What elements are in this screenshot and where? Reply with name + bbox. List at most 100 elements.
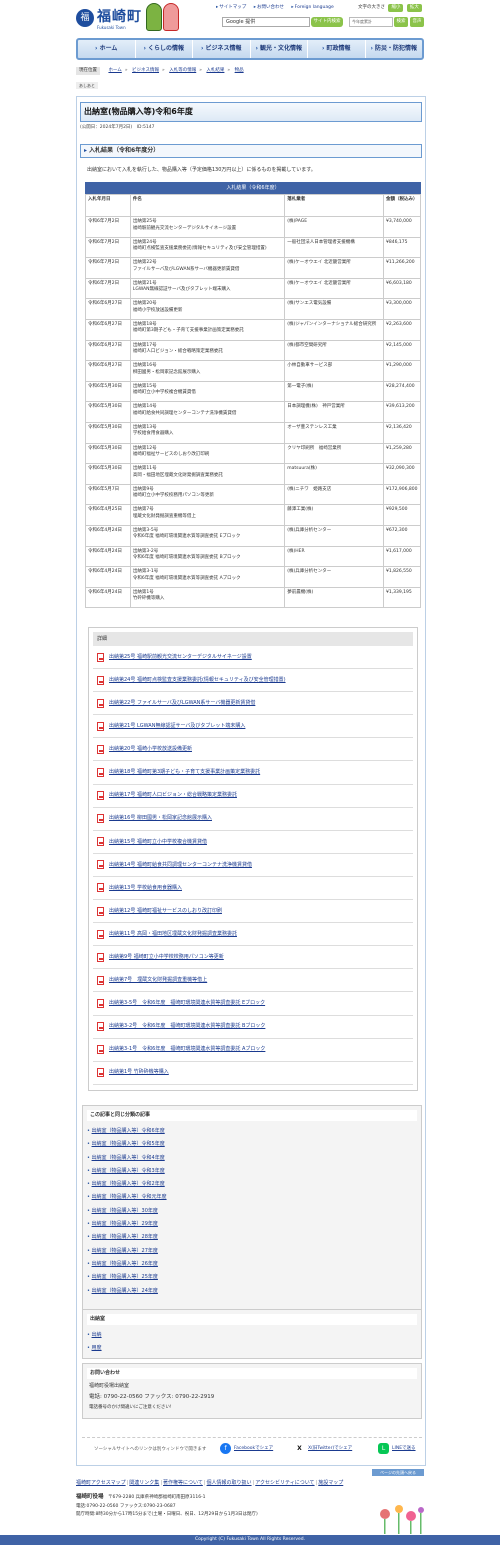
cell-date: 令和6年4月24日 [85, 586, 131, 609]
related-article-link[interactable]: 出納室（物品購入等）28年度 [92, 1234, 158, 1240]
details-link[interactable]: 出納第3-2号 令和6年度 福崎町環境関連水質等調査委託 Bブロック [109, 1023, 265, 1030]
pdf-icon [97, 952, 104, 962]
footer-link[interactable]: 関連リンク集 [129, 1480, 159, 1486]
foreign-language-link[interactable]: Foreign language [291, 5, 334, 11]
details-link[interactable]: 出納第18号 福崎町第3期子ども・子育て支援事業計画策定業務委託 [109, 769, 260, 776]
facebook-share[interactable]: f Facebookでシェア [220, 1443, 273, 1454]
cell-date: 令和6年4月24日 [85, 545, 131, 568]
breadcrumb-goods[interactable]: 物品 [235, 68, 244, 73]
site-logo[interactable]: 福 福崎町 Fukusaki Town [76, 7, 146, 31]
related-article-link[interactable]: 出納室（物品購入等）令和6年度 [92, 1128, 165, 1134]
details-link[interactable]: 出納第22号 ファイルサーバ及びLGWAN系サーバ機器更新賃貸借 [109, 700, 255, 707]
nav-home[interactable]: ホーム [78, 40, 136, 58]
details-link[interactable]: 出納第15号 福崎町立小中学校複合機賃貸借 [109, 839, 207, 846]
details-link[interactable]: 出納第3-1号 令和6年度 福崎町環境関連水質等調査委託 Aブロック [109, 1046, 265, 1053]
footer-link[interactable]: 著作権等について [163, 1480, 203, 1486]
related-article-link[interactable]: 出納室（物品購入等）25年度 [92, 1274, 158, 1280]
department-link[interactable]: 出納 [92, 1332, 102, 1338]
nav-tourism[interactable]: 観光・文化情報 [251, 40, 308, 58]
line-share[interactable]: L LINEで送る [378, 1443, 416, 1454]
details-link[interactable]: 出納第13号 学校給食用食器購入 [109, 885, 182, 892]
cell-winner: オーザ豊ステンレス工業 [284, 421, 384, 444]
related-article-link[interactable]: 出納室（物品購入等）30年度 [92, 1208, 158, 1214]
font-size-label: 文字の大きさ [358, 5, 385, 10]
col-subject: 件名 [129, 194, 286, 217]
breadcrumb-bid-info[interactable]: 入札等の情報 [169, 68, 196, 73]
details-link[interactable]: 出納第21号 LGWAN無線認証サーバ及びタブレット端末購入 [109, 723, 245, 730]
search-input[interactable]: Google 提供 [222, 17, 310, 27]
details-link[interactable]: 出納第20号 福崎小学校放送設備更新 [109, 746, 192, 753]
related-article-link[interactable]: 出納室（物品購入等）令和3年度 [92, 1168, 165, 1174]
pdf-icon [97, 998, 104, 1008]
cell-winner: 一般社団法人日本管理者支援機構 [284, 236, 384, 259]
font-size-small-button[interactable]: 縮小 [388, 4, 404, 12]
related-article-link[interactable]: 出納室（物品購入等）令和5年度 [92, 1141, 165, 1147]
footer-link[interactable]: アクセシビリティについて [255, 1480, 314, 1486]
footer-link[interactable]: 個人情報の取り扱い [207, 1480, 252, 1486]
inquiry-phone: 電話: 0790-22-0560 ファックス: 0790-22-2919 [89, 1393, 215, 1400]
details-link[interactable]: 出納第14号 福崎町給食共同調理センターコンテナ洗浄機賃貸借 [109, 862, 252, 869]
related-article-link[interactable]: 出納室（物品購入等）29年度 [92, 1221, 158, 1227]
details-link[interactable]: 出納第11号 高岡・福田地区埋蔵文化財発掘調査業務委託 [109, 931, 237, 938]
related-article-link[interactable]: 出納室（物品購入等）令和元年度 [92, 1194, 167, 1200]
details-item: 出納第13号 学校給食用食器購入 [93, 877, 413, 901]
related-article-link[interactable]: 出納室（物品購入等）27年度 [92, 1248, 158, 1254]
related-article-item: 出納室（物品購入等）25年度 [87, 1271, 417, 1284]
details-link[interactable]: 出納第24号 福崎町点検監査支援業務委託(情報セキュリティ及び安全管理措置) [109, 677, 286, 684]
footprint-label[interactable]: あしあと [76, 82, 98, 90]
related-article-link[interactable]: 出納室（物品購入等）令和4年度 [92, 1155, 165, 1161]
nav-town-admin[interactable]: 町政情報 [308, 40, 366, 58]
details-link[interactable]: 出納第7号 埋蔵文化財発掘調査重機等借上 [109, 977, 207, 984]
pdf-icon [97, 906, 104, 916]
col-date: 入札年月日 [85, 194, 131, 217]
details-link[interactable]: 出納第9号 福崎町立小中学校校務用パソコン等更新 [109, 954, 224, 961]
cell-winner: matsuura(株) [284, 463, 384, 485]
details-link[interactable]: 出納第25号 福崎駅前観光交流センターデジタルサイネージ設置 [109, 654, 252, 661]
contact-link[interactable]: お問い合わせ [254, 5, 284, 11]
related-article-link[interactable]: 出納室（物品購入等）24年度 [92, 1288, 158, 1294]
breadcrumb-business[interactable]: ビジネス情報 [132, 68, 159, 73]
cell-amount: ¥1,826,550 [382, 566, 422, 588]
details-link[interactable]: 出納第3-5号 令和6年度 福崎町環境関連水質等調査委託 Eブロック [109, 1000, 265, 1007]
cell-winner: (株)HER [284, 545, 384, 568]
department-link[interactable]: 用度 [92, 1345, 102, 1351]
footer-link[interactable]: 福崎町アクセスマップ [76, 1480, 126, 1486]
cell-amount: ¥1,259,280 [382, 442, 422, 465]
footer-link[interactable]: 施設マップ [318, 1480, 343, 1486]
line-share-link[interactable]: LINEで送る [392, 1446, 416, 1452]
cell-date: 令和6年6月27日 [85, 298, 131, 320]
page-top-button[interactable]: ページの先頭へ戻る [372, 1469, 424, 1476]
font-size-large-button[interactable]: 拡大 [406, 4, 422, 12]
table-row: 令和6年7月2日 出納第21号 LGWAN無線認証サーバ及びタブレット端末購入 (株… [85, 277, 422, 300]
voice-read-button[interactable]: 音声 [410, 17, 424, 27]
pdf-icon [97, 1068, 104, 1078]
search-button[interactable]: サイト内検索 [311, 17, 343, 27]
facebook-share-link[interactable]: Facebookでシェア [234, 1446, 273, 1452]
details-link[interactable]: 出納第1号 竹砕砕機等購入 [109, 1069, 169, 1076]
table-row: 令和6年5月30日 出納第11号 高岡・福田地区埋蔵文化財発掘調査業務委託 mats… [85, 463, 422, 485]
sitemap-link[interactable]: サイトマップ [216, 5, 246, 11]
cell-winner: 日本調理機(株) 神戸営業所 [284, 401, 384, 423]
footer-tel: 電話:0790-22-0560 ファックス:0790-23-0687 [76, 1503, 176, 1509]
related-article-link[interactable]: 出納室（物品購入等）26年度 [92, 1261, 158, 1267]
x-share-link[interactable]: X(旧Twitter)でシェア [308, 1446, 352, 1452]
details-list: 出納第25号 福崎駅前観光交流センターデジタルサイネージ設置出納第24号 福崎町… [89, 646, 417, 1085]
breadcrumb-home[interactable]: ホーム [108, 68, 121, 73]
search-mode-button[interactable]: 検索 [394, 17, 408, 27]
nav-living[interactable]: くらしの情報 [136, 40, 193, 58]
nav-disaster[interactable]: 防災・防犯情報 [366, 40, 423, 58]
nav-business[interactable]: ビジネス情報 [193, 40, 251, 58]
bid-results-table: 入札結果（令和6年度） 入札年月日 件名 落札業者 金額（税込み） 令和6年7月… [85, 182, 422, 609]
details-link[interactable]: 出納第17号 福崎町人口ビジョン・総合戦略策定業務委託 [109, 792, 237, 799]
line-icon: L [378, 1443, 389, 1454]
details-link[interactable]: 出納第12号 福崎町福祉サービスのしおり改訂印刷 [109, 908, 222, 915]
cell-subject: 出納第3-2号 令和6年度 福崎町環境関連水質等調査委託 Bブロック [129, 545, 286, 568]
related-article-item: 出納室（物品購入等）24年度 [87, 1285, 417, 1298]
details-link[interactable]: 出納第16号 柳田國男・松岡家記念館展示購入 [109, 815, 212, 822]
table-row: 令和6年6月27日 出納第16号 柳田國男・松岡家記念館展示購入 小林自動車サービス… [85, 360, 422, 382]
related-article-link[interactable]: 出納室（物品購入等）令和2年度 [92, 1181, 165, 1187]
table-row: 令和6年4月24日 出納第3-1号 令和6年度 福崎町環境関連水質等調査委託 Aブ… [85, 566, 422, 588]
breadcrumb-bid-results[interactable]: 入札結果 [206, 68, 224, 73]
x-share[interactable]: X X(旧Twitter)でシェア [294, 1443, 352, 1454]
section-title: 入札結果（令和6年度分） [80, 144, 422, 158]
